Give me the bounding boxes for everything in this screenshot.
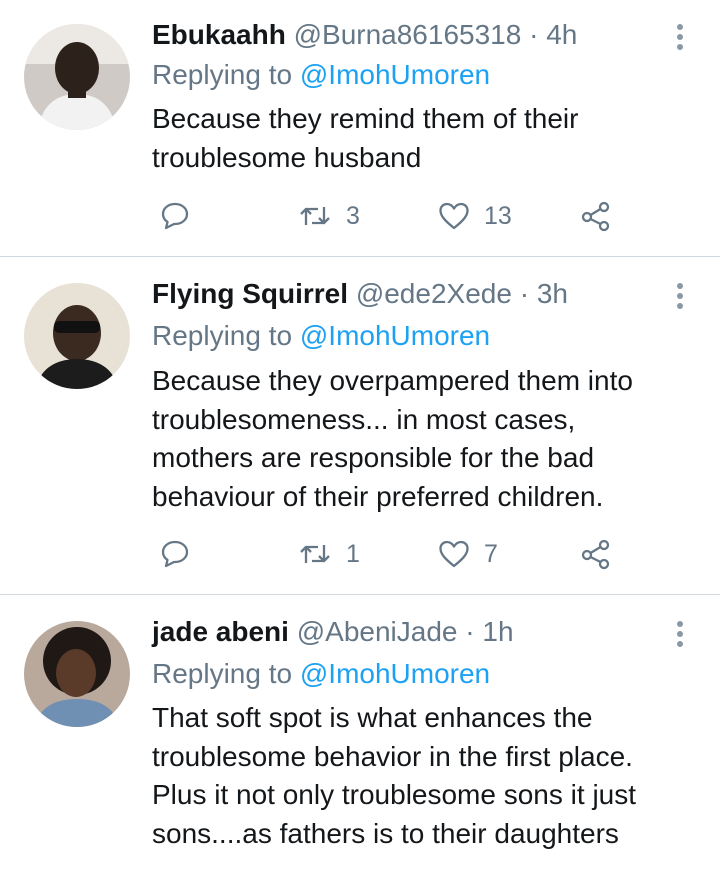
- comment-icon: [161, 202, 189, 230]
- like-button[interactable]: 7: [438, 534, 498, 574]
- share-button[interactable]: [580, 534, 612, 574]
- retweet-button[interactable]: 1: [298, 534, 360, 574]
- replying-to: Replying to @ImohUmoren: [152, 58, 490, 92]
- retweet-count: 1: [346, 539, 360, 568]
- avatar-image: [24, 283, 130, 389]
- heart-icon: [439, 540, 469, 568]
- separator: ·: [519, 278, 530, 309]
- avatar-image: [24, 24, 130, 130]
- more-vertical-icon[interactable]: [674, 24, 686, 54]
- tweet-text-line: sons....as fathers is to their daughters: [152, 817, 619, 849]
- comment-icon: [161, 540, 189, 568]
- replying-to-label: Replying to: [152, 59, 293, 90]
- display-name[interactable]: Flying Squirrel: [152, 278, 348, 309]
- avatar[interactable]: [24, 283, 130, 389]
- timestamp[interactable]: 3h: [537, 278, 568, 309]
- retweet-icon: [300, 545, 330, 563]
- replying-to: Replying to @ImohUmoren: [152, 319, 490, 353]
- tweet-text-line: behaviour of their preferred children.: [152, 480, 604, 512]
- user-handle[interactable]: @Burna86165318: [294, 19, 522, 50]
- tweet-text: Because they remind them of their troubl…: [152, 100, 692, 177]
- user-handle[interactable]: @ede2Xede: [356, 278, 512, 309]
- share-icon: [581, 539, 610, 570]
- tweet-header: jade abeni @AbeniJade · 1h: [152, 615, 514, 649]
- tweet-text-line: That soft spot is what enhances the: [152, 702, 593, 733]
- like-count: 7: [484, 539, 498, 568]
- tweet-header: Ebukaahh @Burna86165318 · 4h: [152, 18, 577, 52]
- tweet-text-line: Because they overpampered them into: [152, 365, 633, 396]
- reply-button[interactable]: [160, 534, 190, 574]
- retweet-count: 3: [346, 201, 360, 230]
- like-count: 13: [484, 201, 512, 230]
- tweet-text: Because they overpampered them into trou…: [152, 362, 692, 516]
- tweet[interactable]: Flying Squirrel @ede2Xede · 3h Replying …: [0, 257, 720, 594]
- display-name[interactable]: Ebukaahh: [152, 19, 286, 50]
- share-button[interactable]: [580, 196, 612, 236]
- retweet-button[interactable]: 3: [298, 196, 360, 236]
- tweet[interactable]: Ebukaahh @Burna86165318 · 4h Replying to…: [0, 0, 720, 256]
- separator: ·: [465, 616, 475, 647]
- display-name[interactable]: jade abeni: [152, 616, 289, 647]
- mention-link[interactable]: @ImohUmoren: [300, 658, 490, 689]
- replying-to: Replying to @ImohUmoren: [152, 657, 490, 691]
- tweet-text-line: Because they remind them of their: [152, 103, 579, 134]
- avatar[interactable]: [24, 621, 130, 727]
- heart-icon: [439, 202, 469, 230]
- avatar-image: [24, 621, 130, 727]
- timestamp[interactable]: 4h: [546, 19, 577, 50]
- replying-to-label: Replying to: [152, 320, 293, 351]
- more-vertical-icon[interactable]: [674, 283, 686, 313]
- tweet-header: Flying Squirrel @ede2Xede · 3h: [152, 277, 568, 311]
- tweet-text-line: Plus it not only troublesome sons it jus…: [152, 779, 637, 810]
- user-handle[interactable]: @AbeniJade: [297, 616, 458, 647]
- mention-link[interactable]: @ImohUmoren: [300, 320, 490, 351]
- timestamp[interactable]: 1h: [482, 616, 513, 647]
- reply-button[interactable]: [160, 196, 190, 236]
- like-button[interactable]: 13: [438, 196, 512, 236]
- tweet-text-line: troublesome behavior in the first place.: [152, 740, 633, 772]
- mention-link[interactable]: @ImohUmoren: [300, 59, 490, 90]
- tweet-text-line: troublesome husband: [152, 141, 422, 173]
- tweet-actions: 3 13: [152, 196, 632, 236]
- separator: ·: [529, 19, 539, 50]
- tweet-actions: 1 7: [152, 534, 632, 574]
- tweet-text-line: mothers are responsible for the bad: [152, 442, 595, 473]
- retweet-icon: [300, 207, 330, 225]
- tweet-text: That soft spot is what enhances the trou…: [152, 699, 692, 853]
- more-vertical-icon[interactable]: [674, 621, 686, 651]
- tweet[interactable]: jade abeni @AbeniJade · 1h Replying to @…: [0, 595, 720, 872]
- share-icon: [581, 201, 610, 232]
- avatar[interactable]: [24, 24, 130, 130]
- tweet-text-line: troublesomeness... in most cases,: [152, 403, 576, 435]
- replying-to-label: Replying to: [152, 658, 293, 689]
